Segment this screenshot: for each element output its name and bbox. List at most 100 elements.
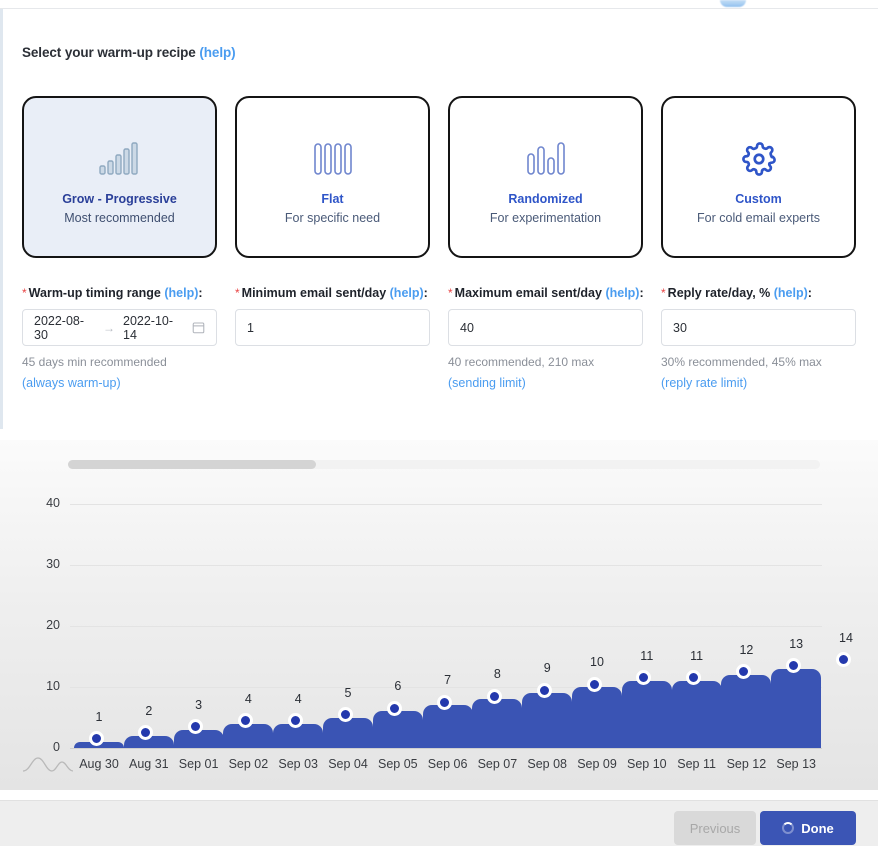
chart-value-label: 10: [572, 655, 622, 669]
chart-bar[interactable]: [373, 711, 423, 748]
field-label-text: Warm-up timing range: [29, 286, 161, 300]
reply-rate-input[interactable]: 30: [661, 309, 856, 346]
recipe-card-randomized[interactable]: Randomized For experimentation: [448, 96, 643, 258]
required-marker: *: [235, 286, 240, 300]
chart-value-label: 14: [821, 631, 871, 645]
sending-limit-link[interactable]: (sending limit): [448, 376, 643, 390]
field-hint: 30% recommended, 45% max: [661, 355, 856, 369]
recipe-card-subtitle: For experimentation: [490, 211, 601, 225]
left-edge-accent: [0, 9, 3, 429]
chart-bar[interactable]: [572, 687, 622, 748]
chart-bar[interactable]: [721, 675, 771, 748]
chart-value-label: 1: [74, 710, 124, 724]
recipe-card-title: Randomized: [508, 192, 582, 206]
field-reply-rate: *Reply rate/day, % (help): 30 30% recomm…: [661, 286, 856, 390]
chart-axis-line: [70, 748, 822, 749]
chart-value-label: 9: [522, 661, 572, 675]
chart-value-label: 8: [472, 667, 522, 681]
page-title: Select your warm-up recipe (help): [22, 45, 236, 60]
chart-value-label: 5: [323, 686, 373, 700]
chart-data-point-marker[interactable]: [537, 683, 552, 698]
previous-button[interactable]: Previous: [674, 811, 756, 845]
always-warmup-link[interactable]: (always warm-up): [22, 376, 217, 390]
min-email-value[interactable]: 1: [247, 321, 254, 335]
field-help-link[interactable]: (help): [390, 286, 424, 300]
chart-bar[interactable]: [672, 681, 722, 748]
chart-value-label: 4: [273, 692, 323, 706]
warmup-recipe-page: Select your warm-up recipe (help) Grow -…: [0, 0, 878, 846]
chart-value-label: 12: [721, 643, 771, 657]
warmup-schedule-chart: 0102030401Aug 302Aug 313Sep 014Sep 024Se…: [0, 440, 878, 790]
chart-bar[interactable]: [423, 705, 473, 748]
recipe-card-grow-progressive[interactable]: Grow - Progressive Most recommended: [22, 96, 217, 258]
chart-data-point-marker[interactable]: [786, 658, 801, 673]
recipe-card-flat[interactable]: Flat For specific need: [235, 96, 430, 258]
chart-bar[interactable]: [323, 718, 373, 749]
section-help-link[interactable]: (help): [199, 45, 235, 60]
flat-bars-icon: [313, 130, 353, 176]
chart-y-tick-label: 40: [24, 496, 60, 510]
chart-data-point-marker[interactable]: [238, 713, 253, 728]
field-label-text: Reply rate/day, %: [668, 286, 771, 300]
max-email-value[interactable]: 40: [460, 321, 474, 335]
field-help-link[interactable]: (help): [164, 286, 198, 300]
label-colon: :: [639, 286, 643, 300]
end-date-value[interactable]: 2022-10-14: [123, 314, 184, 342]
chart-value-label: 6: [373, 679, 423, 693]
field-label: *Minimum email sent/day (help):: [235, 286, 430, 300]
field-hint: 40 recommended, 210 max: [448, 355, 643, 369]
field-help-link[interactable]: (help): [605, 286, 639, 300]
recipe-card-subtitle: For cold email experts: [697, 211, 820, 225]
recipe-card-subtitle: For specific need: [285, 211, 380, 225]
field-hint: 45 days min recommended: [22, 355, 217, 369]
chart-data-point-marker[interactable]: [288, 713, 303, 728]
label-colon: :: [808, 286, 812, 300]
field-label-text: Maximum email sent/day: [455, 286, 602, 300]
field-help-link[interactable]: (help): [774, 286, 808, 300]
top-divider: [0, 8, 878, 9]
chart-data-point-marker[interactable]: [338, 707, 353, 722]
chart-value-label: 2: [124, 704, 174, 718]
gear-icon: [742, 130, 776, 176]
reply-rate-limit-link[interactable]: (reply rate limit): [661, 376, 856, 390]
chart-x-tick-label: Sep 13: [764, 757, 828, 771]
chart-value-label: 4: [223, 692, 273, 706]
chart-data-point-marker[interactable]: [89, 731, 104, 746]
warmup-settings-form: * Warm-up timing range (help): 2022-08-30…: [22, 286, 856, 390]
chart-bar[interactable]: [472, 699, 522, 748]
chart-plot-area: 0102030401Aug 302Aug 313Sep 014Sep 024Se…: [0, 440, 878, 790]
signal-bars-ascending-icon: [99, 130, 141, 176]
chart-y-tick-label: 30: [24, 557, 60, 571]
start-date-value[interactable]: 2022-08-30: [34, 314, 95, 342]
chart-value-label: 11: [672, 649, 722, 663]
chart-y-tick-label: 0: [24, 740, 60, 754]
field-label-text: Minimum email sent/day: [242, 286, 386, 300]
date-range-input[interactable]: 2022-08-30 → 2022-10-14: [22, 309, 217, 346]
chart-y-tick-label: 10: [24, 679, 60, 693]
recipe-card-title: Grow - Progressive: [62, 192, 177, 206]
chart-data-point-marker[interactable]: [836, 652, 851, 667]
loading-spinner-icon: [782, 822, 794, 834]
max-email-input[interactable]: 40: [448, 309, 643, 346]
reply-rate-value[interactable]: 30: [673, 321, 687, 335]
chart-value-label: 7: [423, 673, 473, 687]
chart-gridline: [70, 626, 822, 627]
randomized-bars-icon: [526, 130, 566, 176]
field-min-email: *Minimum email sent/day (help): 1: [235, 286, 430, 390]
required-marker: *: [448, 286, 453, 300]
recipe-card-list: Grow - Progressive Most recommended Flat…: [22, 96, 856, 258]
required-marker: *: [661, 286, 666, 300]
done-button[interactable]: Done: [760, 811, 856, 845]
chart-bar[interactable]: [522, 693, 572, 748]
chart-value-label: 11: [622, 649, 672, 663]
wave-curve-icon: [22, 755, 74, 778]
chart-data-point-marker[interactable]: [587, 677, 602, 692]
chart-y-tick-label: 20: [24, 618, 60, 632]
chart-data-point-marker[interactable]: [487, 689, 502, 704]
recipe-card-custom[interactable]: Custom For cold email experts: [661, 96, 856, 258]
chart-bar[interactable]: [771, 669, 821, 748]
chart-bar[interactable]: [622, 681, 672, 748]
calendar-icon[interactable]: [192, 321, 205, 334]
chart-data-point-marker[interactable]: [437, 695, 452, 710]
min-email-input[interactable]: 1: [235, 309, 430, 346]
